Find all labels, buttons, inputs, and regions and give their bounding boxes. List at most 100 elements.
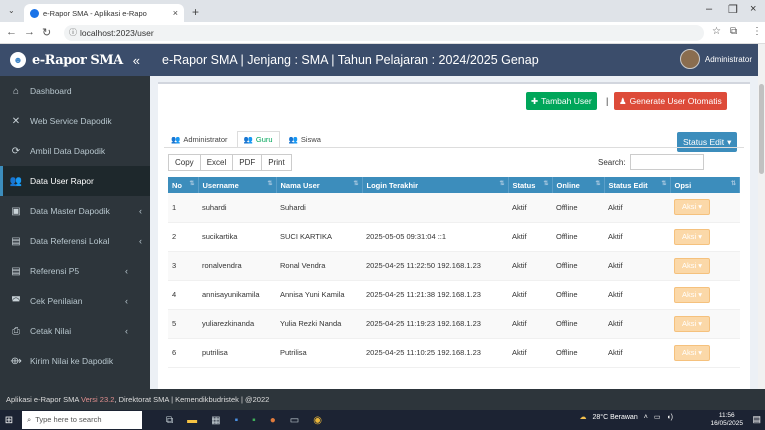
minimize-icon[interactable]: –	[706, 3, 712, 15]
send-icon: ⟴	[10, 355, 22, 367]
sidebar-item-label: Data Master Dapodik	[30, 206, 110, 216]
column-header-no[interactable]: No ⇅	[168, 177, 199, 193]
os-taskbar: ⊞ ⌕ Type here to search ⧉ ▬ ▦ ▪ ▪ ● ▭ ◉ …	[0, 410, 765, 430]
sidebar-item-cek-penilaian[interactable]: ◚ Cek Penilaian ‹	[0, 286, 150, 316]
cell-no: 5	[168, 309, 198, 339]
tray-chevron-icon[interactable]: ˄	[644, 414, 648, 421]
weather-text[interactable]: 28°C Berawan	[593, 414, 638, 421]
cell-opsi: Aksi ▾	[670, 193, 740, 223]
sidebar-item-kirim-nilai[interactable]: ⟴ Kirim Nilai ke Dapodik	[0, 346, 150, 376]
tambah-user-button[interactable]: ✚ Tambah User	[526, 92, 597, 110]
weather-icon: ☁	[579, 414, 587, 421]
cell-status-edit: Aktif	[604, 338, 670, 368]
cell-opsi: Aksi ▾	[670, 251, 740, 281]
column-header-online[interactable]: Online ⇅	[552, 177, 605, 193]
column-header-username[interactable]: Username ⇅	[198, 177, 277, 193]
cell-login	[362, 193, 508, 223]
app-icon[interactable]: ●	[270, 415, 276, 426]
network-icon[interactable]: ▭	[654, 413, 661, 421]
column-header-login-terakhir[interactable]: Login Terakhir ⇅	[362, 177, 509, 193]
maximize-icon[interactable]: ❐	[728, 3, 738, 16]
menu-dots-icon[interactable]: ⋮	[752, 26, 762, 37]
monitor-icon[interactable]: ▭	[290, 415, 299, 426]
user-menu[interactable]: Administrator	[679, 49, 752, 69]
excel-icon[interactable]: ▪	[252, 415, 256, 426]
column-header-opsi[interactable]: Opsi ⇅	[670, 177, 740, 193]
pdf-button[interactable]: PDF	[232, 154, 263, 171]
tab-search-icon[interactable]: ⌄	[8, 6, 15, 15]
cell-login: 2025-04-25 11:10:25 192.168.1.23	[362, 338, 508, 368]
column-header-status-edit[interactable]: Status Edit ⇅	[604, 177, 671, 193]
bookmark-star-icon[interactable]: ☆	[712, 26, 721, 37]
aksi-button[interactable]: Aksi ▾	[674, 315, 711, 332]
tab-guru[interactable]: 👥 Guru	[236, 131, 280, 148]
taskbar-clock[interactable]: 11:56 16/05/2025	[710, 412, 743, 428]
notification-icon[interactable]: ▤	[752, 414, 761, 425]
table-row: 2 sucikartika SUCI KARTIKA 2025-05-05 09…	[168, 222, 740, 252]
aksi-button[interactable]: Aksi ▾	[674, 344, 711, 361]
aksi-button[interactable]: Aksi ▾	[674, 286, 711, 303]
forward-icon[interactable]: →	[24, 26, 35, 38]
column-header-nama-user[interactable]: Nama User ⇅	[276, 177, 363, 193]
sidebar-item-dashboard[interactable]: ⌂ Dashboard	[0, 76, 150, 106]
cell-status: Aktif	[508, 251, 552, 281]
aksi-button[interactable]: Aksi ▾	[674, 228, 711, 245]
back-icon[interactable]: ←	[6, 26, 17, 38]
search-input[interactable]	[629, 154, 704, 170]
close-tab-icon[interactable]: ×	[173, 8, 178, 18]
print-button[interactable]: Print	[261, 154, 292, 171]
table-row: 4 annisayunikamila Annisa Yuni Kamila 20…	[168, 280, 740, 310]
cell-nama: SUCI KARTIKA	[276, 222, 362, 252]
sidebar-item-data-user[interactable]: 👥 Data User Rapor	[0, 166, 150, 196]
tab-administrator[interactable]: 👥 Administrator	[164, 131, 235, 148]
aksi-button[interactable]: Aksi ▾	[674, 199, 711, 216]
word-icon[interactable]: ▪	[235, 415, 239, 426]
task-view-icon[interactable]: ⧉	[166, 415, 173, 426]
excel-button[interactable]: Excel	[199, 154, 234, 171]
sidebar-item-web-service[interactable]: ✕ Web Service Dapodik	[0, 106, 150, 136]
status-edit-button[interactable]: Status Edit ▾	[677, 132, 738, 152]
user-name: Administrator	[704, 54, 752, 64]
sidebar-item-cetak-nilai[interactable]: ⎙ Cetak Nilai ‹	[0, 316, 150, 346]
collapse-sidebar-icon[interactable]: «	[133, 53, 140, 68]
cell-online: Offline	[552, 338, 604, 368]
site-info-icon[interactable]: ⓘ	[69, 25, 77, 41]
scrollbar-thumb[interactable]	[759, 84, 764, 174]
sidebar-item-data-master[interactable]: ▣ Data Master Dapodik ‹	[0, 196, 150, 226]
brand-name[interactable]: e-Rapor SMA	[32, 53, 123, 68]
windows-start-icon[interactable]: ⊞	[0, 410, 18, 430]
cell-status: Aktif	[508, 338, 552, 368]
page-scrollbar[interactable]	[758, 44, 765, 389]
tab-siswa[interactable]: 👥 Siswa	[282, 131, 328, 148]
user-tabs: 👥 Administrator 👥 Guru 👥 Siswa	[164, 131, 328, 148]
folder-icon: ▤	[11, 235, 21, 247]
extensions-icon[interactable]: ⧉	[730, 26, 737, 37]
generate-user-button[interactable]: ♟ Generate User Otomatis	[614, 92, 727, 110]
sidebar-item-label: Cek Penilaian	[30, 296, 83, 306]
sync-icon: ⟳	[11, 145, 21, 157]
store-icon[interactable]: ▦	[211, 415, 220, 426]
sidebar: ☻ e-Rapor SMA « ⌂ Dashboard ✕ Web Service …	[0, 44, 150, 389]
users-icon: 👥	[288, 135, 298, 144]
browser-tab[interactable]: e-Rapor SMA - Aplikasi e-Rapo ×	[24, 4, 184, 22]
url-field[interactable]: ⓘ localhost:2023/user	[64, 25, 704, 41]
footer-credit: , Direktorat SMA | Kemendikbudristek | @…	[114, 395, 270, 404]
tools-icon: ✕	[11, 115, 21, 127]
aksi-button[interactable]: Aksi ▾	[674, 257, 711, 274]
copy-button[interactable]: Copy	[168, 154, 201, 171]
volume-icon[interactable]: ◖)	[666, 414, 673, 421]
taskbar-search[interactable]: ⌕ Type here to search	[22, 411, 142, 429]
file-explorer-icon[interactable]: ▬	[187, 415, 197, 426]
new-tab-icon[interactable]: +	[192, 5, 199, 19]
sidebar-item-ambil-data[interactable]: ⟳ Ambil Data Dapodik	[0, 136, 150, 166]
sidebar-item-referensi-lokal[interactable]: ▤ Data Referensi Lokal ‹	[0, 226, 150, 256]
close-window-icon[interactable]: ×	[750, 3, 756, 15]
cell-no: 1	[168, 193, 198, 223]
sidebar-item-referensi-p5[interactable]: ▤ Referensi P5 ‹	[0, 256, 150, 286]
cell-nama: Yulia Rezki Nanda	[276, 309, 362, 339]
reload-icon[interactable]: ↻	[42, 26, 51, 39]
chrome-icon[interactable]: ◉	[313, 415, 322, 426]
cell-online: Offline	[552, 280, 604, 310]
users-icon: 👥	[243, 135, 253, 144]
column-header-status[interactable]: Status ⇅	[508, 177, 553, 193]
